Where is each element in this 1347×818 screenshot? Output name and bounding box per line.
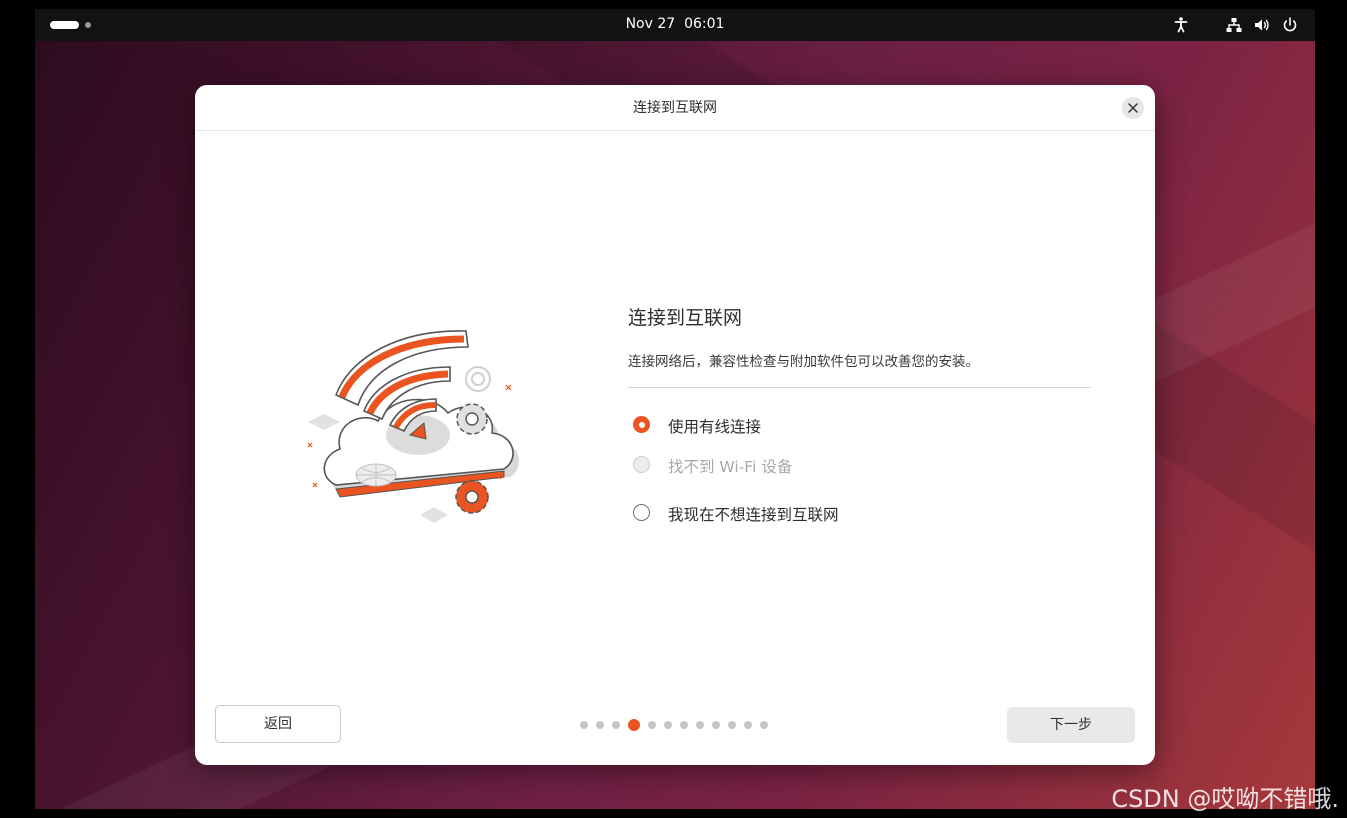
top-bar: Nov 27 06:01: [35, 9, 1315, 41]
network-wired-icon[interactable]: [1225, 16, 1243, 34]
accessibility-icon[interactable]: [1172, 16, 1190, 34]
radio-no-connection[interactable]: [633, 504, 650, 521]
radio-wired-checked[interactable]: [633, 416, 650, 433]
page-dot: [760, 721, 768, 729]
divider: [628, 387, 1091, 388]
power-icon[interactable]: [1281, 16, 1299, 34]
page-dot: [580, 721, 588, 729]
back-button[interactable]: 返回: [215, 705, 341, 743]
page-dot-active: [628, 719, 640, 731]
page-dot: [728, 721, 736, 729]
option-label: 使用有线连接: [668, 418, 762, 436]
page-dot: [612, 721, 620, 729]
watermark: CSDN @哎呦不错哦.: [1111, 785, 1339, 813]
close-button[interactable]: [1122, 97, 1144, 119]
page-dot: [680, 721, 688, 729]
desktop-background: Nov 27 06:01 连接到互联网 连接到互联网 连接网络后，兼容性检查与附…: [35, 9, 1315, 809]
next-button[interactable]: 下一步: [1007, 707, 1135, 743]
volume-icon[interactable]: [1253, 16, 1271, 34]
dialog-title: 连接到互联网: [633, 100, 717, 116]
page-dot: [712, 721, 720, 729]
page-dot: [744, 721, 752, 729]
page-dot: [596, 721, 604, 729]
clock[interactable]: Nov 27 06:01: [35, 9, 1315, 41]
connect-internet-dialog: 连接到互联网 连接到互联网 连接网络后，兼容性检查与附加软件包可以改善您的安装。…: [195, 85, 1155, 765]
page-dot: [696, 721, 704, 729]
page-description: 连接网络后，兼容性检查与附加软件包可以改善您的安装。: [628, 354, 979, 370]
option-label: 我现在不想连接到互联网: [668, 506, 839, 524]
page-dot: [648, 721, 656, 729]
dialog-header: 连接到互联网: [195, 85, 1155, 131]
cloud-wifi-illustration-icon: [307, 330, 520, 523]
page-heading: 连接到互联网: [628, 307, 743, 329]
close-icon: [1128, 103, 1138, 113]
option-label: 找不到 Wi-Fi 设备: [668, 458, 793, 476]
page-dot: [664, 721, 672, 729]
radio-wifi-disabled: [633, 456, 650, 473]
